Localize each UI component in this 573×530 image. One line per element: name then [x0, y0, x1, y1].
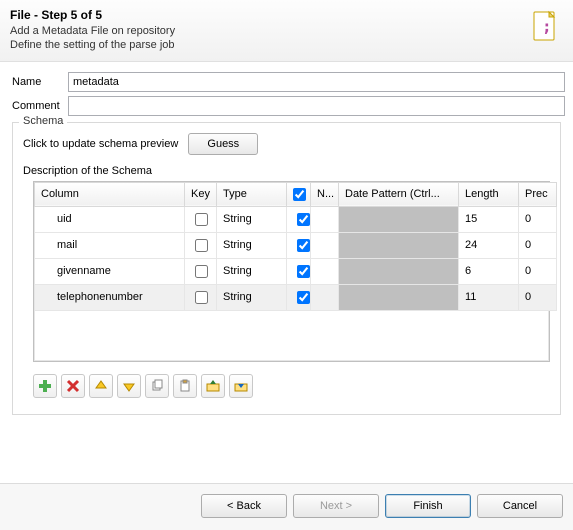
table-row[interactable]: givenname String 6 0 — [35, 258, 557, 284]
schema-table[interactable]: Column Key Type N... Date Pattern (Ctrl.… — [33, 181, 550, 362]
cell-length: 11 — [459, 284, 519, 310]
import-button[interactable] — [201, 374, 225, 398]
add-row-button[interactable] — [33, 374, 57, 398]
th-type[interactable]: Type — [217, 182, 287, 206]
table-row[interactable]: uid String 15 0 — [35, 206, 557, 232]
delete-row-button[interactable] — [61, 374, 85, 398]
cell-column: uid — [35, 206, 185, 232]
schema-toolbar — [33, 374, 550, 398]
cell-prec: 0 — [519, 284, 557, 310]
guess-button[interactable]: Guess — [188, 133, 258, 155]
cell-key[interactable] — [185, 232, 217, 258]
th-key[interactable]: Key — [185, 182, 217, 206]
cell-type: String — [217, 258, 287, 284]
th-datepat[interactable]: Date Pattern (Ctrl... — [339, 182, 459, 206]
cell-datepattern[interactable] — [339, 284, 459, 310]
th-length[interactable]: Length — [459, 182, 519, 206]
finish-button[interactable]: Finish — [385, 494, 471, 518]
schema-legend: Schema — [19, 115, 67, 127]
file-metadata-icon: ; — [529, 10, 561, 42]
cell-prec: 0 — [519, 232, 557, 258]
th-column[interactable]: Column — [35, 182, 185, 206]
wizard-subtitle-2: Define the setting of the parse job — [10, 38, 175, 52]
cell-type: String — [217, 206, 287, 232]
copy-button[interactable] — [145, 374, 169, 398]
back-button[interactable]: < Back — [201, 494, 287, 518]
cell-column: telephonenumber — [35, 284, 185, 310]
name-input[interactable] — [68, 72, 565, 92]
table-empty-area — [34, 311, 549, 361]
paste-button[interactable] — [173, 374, 197, 398]
wizard-subtitle-1: Add a Metadata File on repository — [10, 24, 175, 38]
guess-label: Click to update schema preview — [23, 138, 178, 150]
cell-null[interactable] — [287, 284, 311, 310]
cell-length: 15 — [459, 206, 519, 232]
cell-null[interactable] — [287, 258, 311, 284]
cell-datepattern[interactable] — [339, 232, 459, 258]
cell-null[interactable] — [287, 206, 311, 232]
cell-column: mail — [35, 232, 185, 258]
cell-prec: 0 — [519, 206, 557, 232]
cell-type: String — [217, 284, 287, 310]
cell-column: givenname — [35, 258, 185, 284]
export-button[interactable] — [229, 374, 253, 398]
cell-datepattern[interactable] — [339, 258, 459, 284]
cell-type: String — [217, 232, 287, 258]
cell-key[interactable] — [185, 206, 217, 232]
next-button: Next > — [293, 494, 379, 518]
cell-null[interactable] — [287, 232, 311, 258]
cell-key[interactable] — [185, 284, 217, 310]
th-null[interactable]: N... — [311, 182, 339, 206]
cell-datepattern[interactable] — [339, 206, 459, 232]
wizard-footer: < Back Next > Finish Cancel — [0, 483, 573, 530]
cancel-button[interactable]: Cancel — [477, 494, 563, 518]
cell-length: 24 — [459, 232, 519, 258]
banner: File - Step 5 of 5 Add a Metadata File o… — [0, 0, 573, 62]
comment-input[interactable] — [68, 96, 565, 116]
comment-label: Comment — [8, 100, 68, 112]
table-row[interactable]: telephonenumber String 11 0 — [35, 284, 557, 310]
name-label: Name — [8, 76, 68, 88]
move-up-button[interactable] — [89, 374, 113, 398]
th-null-header-checkbox[interactable] — [287, 182, 311, 206]
move-down-button[interactable] — [117, 374, 141, 398]
cell-key[interactable] — [185, 258, 217, 284]
cell-prec: 0 — [519, 258, 557, 284]
cell-length: 6 — [459, 258, 519, 284]
svg-text:;: ; — [542, 17, 552, 36]
table-row[interactable]: mail String 24 0 — [35, 232, 557, 258]
schema-group: Schema Click to update schema preview Gu… — [12, 122, 561, 415]
schema-desc-label: Description of the Schema — [23, 165, 550, 177]
wizard-title: File - Step 5 of 5 — [10, 8, 175, 22]
th-prec[interactable]: Prec — [519, 182, 557, 206]
